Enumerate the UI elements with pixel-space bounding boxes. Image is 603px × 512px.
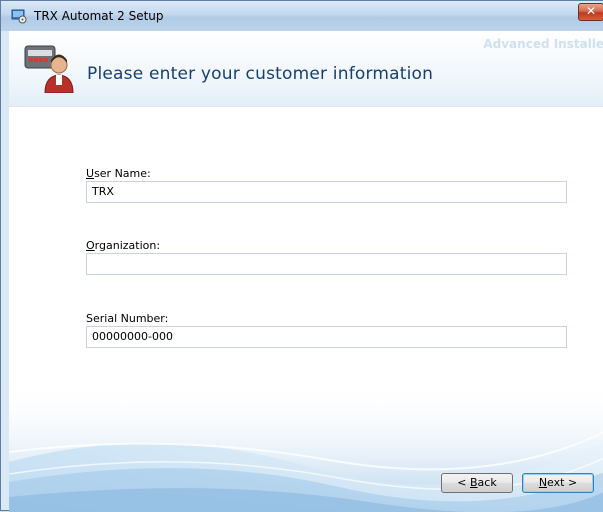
customer-info-icon	[24, 45, 74, 93]
organization-label-accel: O	[86, 239, 95, 252]
back-button[interactable]: < Back	[441, 473, 513, 493]
page-title: Please enter your customer information	[87, 64, 434, 84]
decorative-waves	[9, 382, 603, 512]
user-name-label-accel: U	[86, 167, 95, 180]
title-bar[interactable]: TRX Automat 2 Setup ✕	[1, 1, 603, 31]
user-name-label-text: ser Name:	[94, 167, 151, 180]
back-button-accel: B	[470, 476, 478, 489]
next-button-text: ext >	[547, 476, 578, 489]
dialog-header: Please enter your customer information A…	[9, 31, 603, 107]
organization-label: Organization:	[86, 239, 160, 252]
close-button[interactable]: ✕	[578, 3, 603, 21]
organization-field[interactable]	[86, 253, 567, 275]
dialog-client-area: Please enter your customer information A…	[9, 31, 603, 512]
back-button-prefix: <	[457, 476, 470, 489]
user-name-label: User Name:	[86, 167, 151, 180]
next-button-accel: N	[538, 476, 548, 489]
window-title: TRX Automat 2 Setup	[34, 9, 164, 23]
organization-label-text: rganization:	[94, 239, 161, 252]
back-button-text: ack	[477, 476, 497, 489]
setup-app-icon	[11, 9, 27, 24]
user-name-field[interactable]: TRX	[86, 181, 567, 203]
serial-number-label: Serial Number:	[86, 312, 169, 325]
next-button[interactable]: Next >	[522, 473, 594, 493]
brand-watermark: Advanced Installer	[483, 37, 603, 51]
serial-number-field[interactable]: 00000000-000	[86, 326, 567, 348]
setup-window: TRX Automat 2 Setup ✕ Please enter your …	[0, 0, 603, 512]
